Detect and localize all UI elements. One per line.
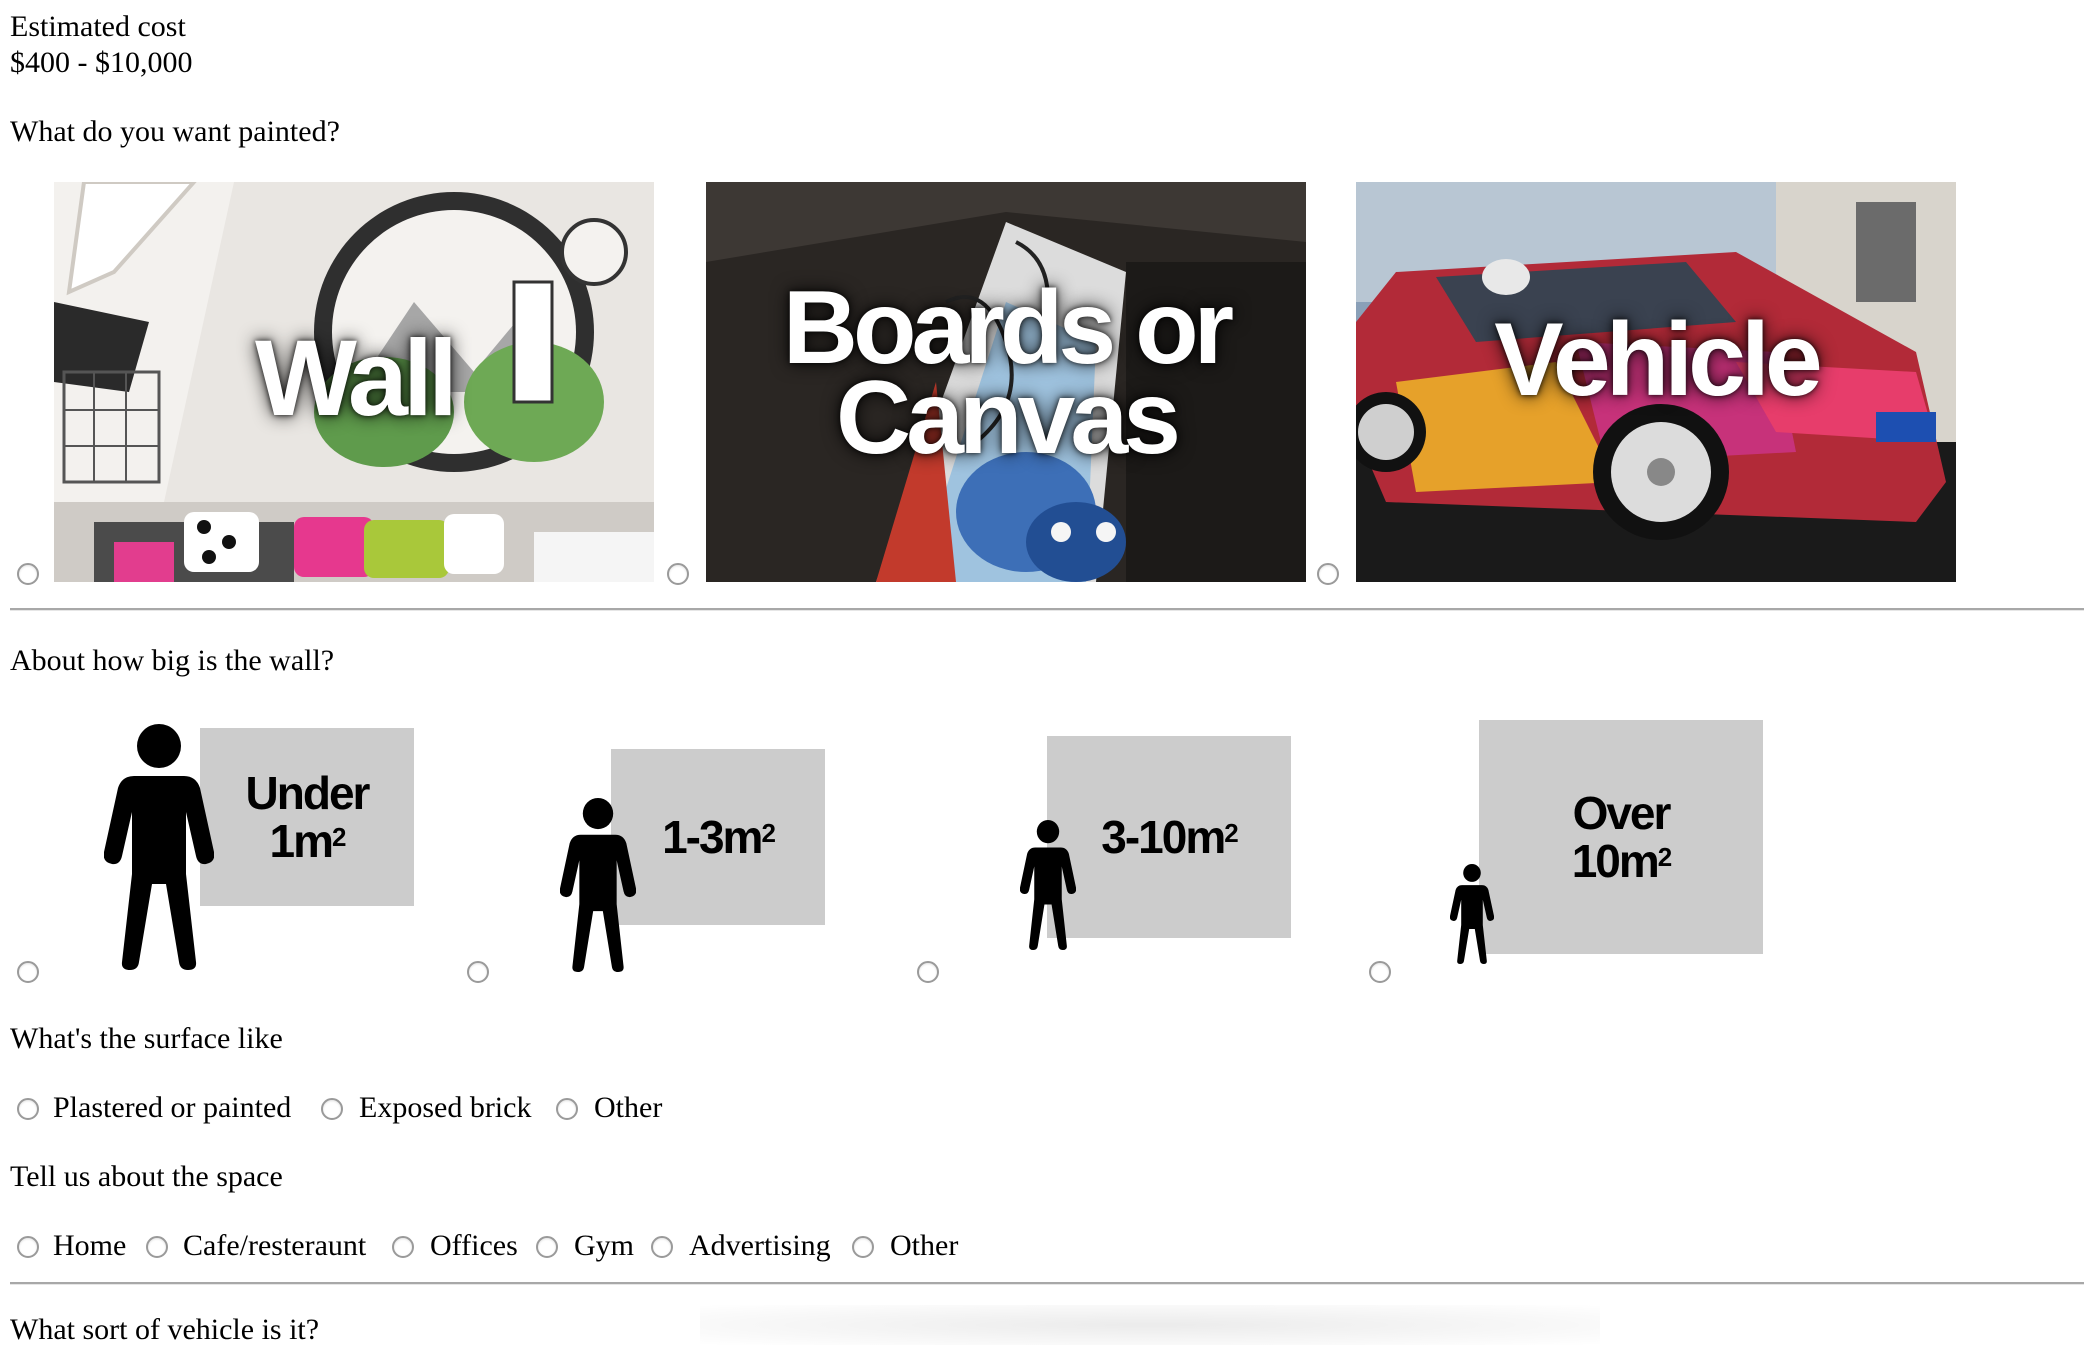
space-option-offices[interactable]: Offices [430,1228,518,1264]
question-surface: What's the surface like [10,1022,283,1055]
radio-space-other[interactable] [852,1236,874,1258]
boards-canvas-label-line2: Canvas [836,360,1181,476]
radio-surface-other[interactable] [556,1098,578,1120]
surface-option-plastered[interactable]: Plastered or painted [53,1090,291,1126]
person-icon [104,724,214,970]
person-icon [1020,820,1076,950]
radio-size-over-10[interactable] [1369,961,1391,983]
size-box-3-10[interactable]: 3-10m2 [1047,736,1291,938]
radio-space-advertising[interactable] [651,1236,673,1258]
size-over-10-line2: 10m [1571,835,1660,887]
boards-canvas-option-image[interactable]: Boards or Canvas [706,182,1306,582]
radio-size-under-1[interactable] [17,961,39,983]
space-option-cafe[interactable]: Cafe/resteraunt [183,1228,366,1264]
size-under-1-sup: 2 [332,822,347,852]
person-icon [1450,864,1494,964]
size-1-3-sup: 2 [761,818,776,848]
size-box-over-10[interactable]: Over 10m2 [1479,720,1763,954]
radio-space-cafe[interactable] [146,1236,168,1258]
wall-label: Wall [254,317,458,438]
question-space: Tell us about the space [10,1160,283,1193]
size-3-10-sup: 2 [1224,818,1239,848]
divider-2 [10,1282,2084,1285]
surface-option-other[interactable]: Other [594,1090,662,1126]
radio-space-home[interactable] [17,1236,39,1258]
person-icon [560,798,636,972]
divider-1 [10,608,2084,611]
radio-size-3-10[interactable] [917,961,939,983]
size-1-3-line1: 1-3m [662,811,763,863]
radio-boards-canvas[interactable] [667,563,689,585]
space-option-other[interactable]: Other [890,1228,958,1264]
surface-option-brick[interactable]: Exposed brick [359,1090,531,1126]
space-option-gym[interactable]: Gym [574,1228,634,1264]
wall-option-image[interactable]: Wall [54,182,654,582]
question-wall-size: About how big is the wall? [10,644,335,677]
question-what-painted: What do you want painted? [10,115,340,148]
radio-wall[interactable] [17,563,39,585]
space-option-advertising[interactable]: Advertising [689,1228,831,1264]
question-vehicle: What sort of vehicle is it? [10,1313,320,1346]
space-option-home[interactable]: Home [53,1228,126,1264]
bottom-shadow [700,1305,1600,1345]
radio-surface-brick[interactable] [321,1098,343,1120]
radio-vehicle[interactable] [1317,563,1339,585]
size-3-10-line1: 3-10m [1101,811,1226,863]
size-over-10-sup: 2 [1657,842,1673,872]
size-box-1-3[interactable]: 1-3m2 [611,749,825,925]
size-under-1-line1: Under [245,767,371,819]
vehicle-option-image[interactable]: Vehicle [1356,182,1956,582]
estimated-cost-range: $400 - $10,000 [10,46,193,79]
size-under-1-line2: 1m [269,815,335,867]
estimated-cost-label: Estimated cost [10,10,186,43]
size-box-under-1[interactable]: Under 1m2 [200,728,414,906]
vehicle-label: Vehicle [1494,302,1822,418]
radio-space-gym[interactable] [536,1236,558,1258]
size-over-10-line1: Over [1572,787,1672,839]
radio-surface-plastered[interactable] [17,1098,39,1120]
radio-space-offices[interactable] [392,1236,414,1258]
radio-size-1-3[interactable] [467,961,489,983]
